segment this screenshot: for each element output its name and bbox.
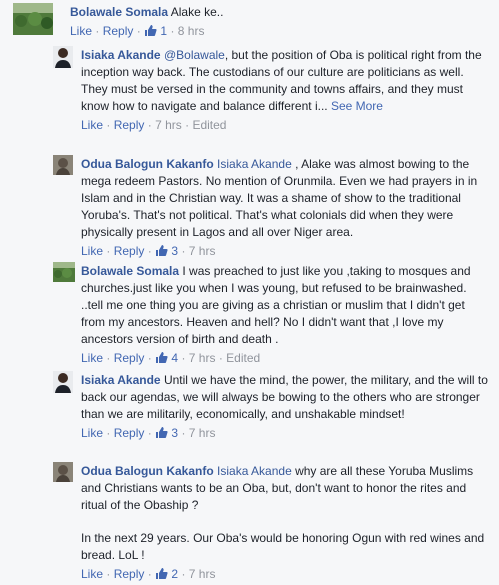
reply-button[interactable]: Reply (114, 244, 145, 258)
author-name[interactable]: Bolawale Somala (81, 264, 179, 278)
comment-content: Alake ke.. (170, 5, 224, 19)
avatar[interactable] (53, 155, 73, 175)
comment-thread: Bolawale Somala Alake ke.. Like · Reply … (0, 0, 499, 581)
comment-text: Isiaka Akande Until we have the mind, th… (81, 372, 491, 423)
thumbs-up-icon (155, 244, 168, 257)
reply-button[interactable]: Reply (114, 351, 145, 365)
separator: · (147, 426, 152, 440)
reaction-count[interactable]: 1 (160, 24, 167, 38)
avatar[interactable] (53, 462, 73, 482)
reaction-count[interactable]: 2 (171, 567, 178, 581)
separator: · (170, 24, 175, 38)
comment: Odua Balogun Kakanfo Isiaka Akande why a… (53, 462, 493, 581)
separator: · (136, 24, 141, 38)
separator: · (106, 244, 111, 258)
comment: Bolawale Somala Alake ke.. Like · Reply … (13, 3, 493, 41)
edited-label[interactable]: Edited (226, 351, 260, 365)
comment-text: Isiaka Akande @Bolawale, but the positio… (81, 47, 491, 115)
separator: · (147, 351, 152, 365)
avatar[interactable] (13, 3, 53, 35)
comment: Isiaka Akande @Bolawale, but the positio… (53, 46, 493, 150)
comment-actions: Like · Reply · 3 · 7 hrs (81, 243, 491, 260)
reply-button[interactable]: Reply (114, 118, 145, 132)
separator: · (181, 351, 186, 365)
timestamp[interactable]: 7 hrs (155, 118, 182, 132)
author-name[interactable]: Odua Balogun Kakanfo (81, 157, 214, 171)
timestamp[interactable]: 7 hrs (189, 426, 216, 440)
separator: · (106, 351, 111, 365)
comment: Bolawale Somala I was preached to just l… (53, 262, 493, 366)
comment: Odua Balogun Kakanfo Isiaka Akande , Ala… (53, 155, 493, 260)
comment-actions: Like · Reply · 2 · 7 hrs (81, 566, 491, 583)
avatar[interactable] (53, 262, 75, 282)
separator: · (181, 567, 186, 581)
reply-button[interactable]: Reply (114, 567, 145, 581)
like-button[interactable]: Like (81, 244, 103, 258)
separator: · (106, 426, 111, 440)
edited-label[interactable]: Edited (192, 118, 226, 132)
separator: · (181, 244, 186, 258)
comment-actions: Like · Reply · 1 · 8 hrs (70, 23, 490, 40)
separator: · (95, 24, 100, 38)
mention-link[interactable]: Isiaka Akande (217, 464, 292, 478)
reply-button[interactable]: Reply (114, 426, 145, 440)
comment-text: Odua Balogun Kakanfo Isiaka Akande , Ala… (81, 156, 491, 241)
reaction-count[interactable]: 3 (171, 244, 178, 258)
separator: · (181, 426, 186, 440)
comment: Isiaka Akande Until we have the mind, th… (53, 371, 493, 457)
thumbs-up-icon (155, 426, 168, 439)
reaction-count[interactable]: 4 (171, 351, 178, 365)
avatar[interactable] (53, 46, 73, 68)
thumbs-up-icon (155, 567, 168, 580)
author-name[interactable]: Isiaka Akande (81, 373, 161, 387)
like-button[interactable]: Like (81, 426, 103, 440)
reply-button[interactable]: Reply (103, 24, 134, 38)
thumbs-up-icon (155, 351, 168, 364)
comment-text: Bolawale Somala Alake ke.. (70, 4, 490, 21)
like-button[interactable]: Like (70, 24, 92, 38)
like-button[interactable]: Like (81, 118, 103, 132)
separator: · (106, 118, 111, 132)
see-more-link[interactable]: See More (331, 99, 383, 113)
separator: · (147, 567, 152, 581)
comment-actions: Like · Reply · 3 · 7 hrs (81, 425, 491, 442)
comment-actions: Like · Reply · 4 · 7 hrs · Edited (81, 350, 491, 367)
like-button[interactable]: Like (81, 351, 103, 365)
like-button[interactable]: Like (81, 567, 103, 581)
reaction-count[interactable]: 3 (171, 426, 178, 440)
author-name[interactable]: Odua Balogun Kakanfo (81, 464, 214, 478)
comment-actions: Like · Reply · 7 hrs · Edited (81, 117, 491, 134)
avatar[interactable] (53, 371, 73, 393)
comment-text: Bolawale Somala I was preached to just l… (81, 263, 491, 348)
separator: · (185, 118, 190, 132)
timestamp[interactable]: 7 hrs (189, 351, 216, 365)
mention-link[interactable]: @Bolawale (164, 48, 225, 62)
author-name[interactable]: Isiaka Akande (81, 48, 161, 62)
author-name[interactable]: Bolawale Somala (70, 5, 168, 19)
comment-content-2: In the next 29 years. Our Oba's would be… (81, 531, 485, 562)
separator: · (147, 118, 152, 132)
timestamp[interactable]: 8 hrs (178, 24, 205, 38)
separator: · (106, 567, 111, 581)
comment-text: Odua Balogun Kakanfo Isiaka Akande why a… (81, 463, 491, 564)
separator: · (147, 244, 152, 258)
separator: · (218, 351, 223, 365)
timestamp[interactable]: 7 hrs (189, 567, 216, 581)
mention-link[interactable]: Isiaka Akande (217, 157, 292, 171)
thumbs-up-icon (144, 24, 157, 37)
timestamp[interactable]: 7 hrs (189, 244, 216, 258)
